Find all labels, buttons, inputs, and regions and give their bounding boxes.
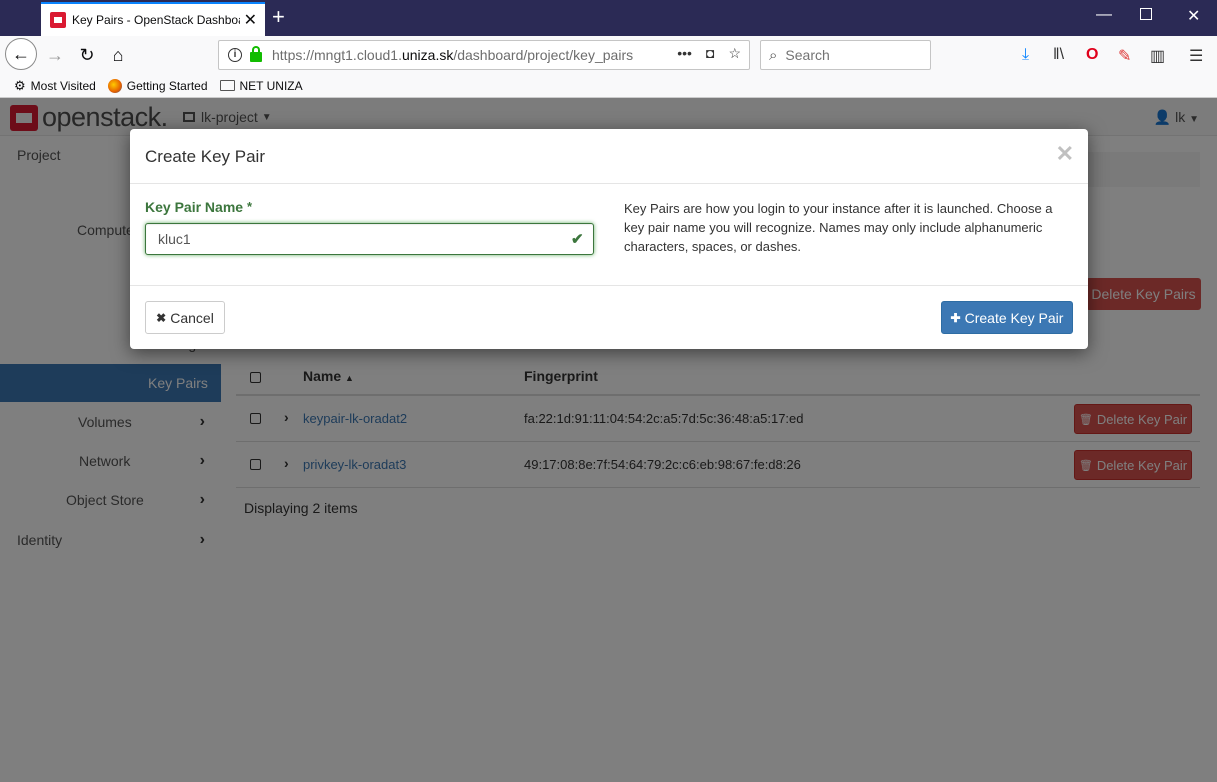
- close-icon[interactable]: ✕: [1056, 141, 1074, 167]
- create-key-pair-button[interactable]: ✚ Create Key Pair: [941, 301, 1073, 334]
- search-icon: ⌕: [769, 46, 778, 64]
- minimize-icon[interactable]: —: [1096, 6, 1112, 24]
- bookmarks-toolbar: ⚙ Most Visited Getting Started NET UNIZA: [0, 74, 1217, 98]
- firefox-icon: [107, 78, 122, 93]
- key-pair-name-label: Key Pair Name *: [145, 199, 253, 215]
- check-icon: ✔: [571, 231, 584, 248]
- help-text: Key Pairs are how you login to your inst…: [624, 201, 1053, 254]
- modal-header: Create Key Pair ✕: [130, 129, 1088, 184]
- url-bar[interactable]: i https://mngt1.cloud1.uniza.sk/dashboar…: [218, 40, 750, 70]
- close-window-icon[interactable]: ✕: [1187, 6, 1200, 26]
- browser-tab[interactable]: Key Pairs - OpenStack Dashboard ✕: [41, 2, 265, 36]
- bookmark-star-icon[interactable]: ☆: [728, 45, 741, 62]
- home-icon[interactable]: ⌂: [103, 40, 133, 70]
- library-icon[interactable]: ‖\: [1053, 46, 1064, 64]
- plus-icon: ✚: [950, 310, 961, 325]
- maximize-icon[interactable]: [1140, 8, 1152, 20]
- openstack-favicon-icon: [50, 12, 66, 28]
- search-input[interactable]: ⌕ Search: [760, 40, 931, 70]
- gear-icon: ⚙: [14, 77, 26, 93]
- download-icon[interactable]: ⤓: [1022, 46, 1029, 64]
- required-marker: *: [246, 199, 253, 214]
- bookmark-net-uniza[interactable]: NET UNIZA: [219, 79, 303, 93]
- menu-icon[interactable]: ☰: [1189, 46, 1203, 66]
- browser-navbar: ← → ↻ ⌂ i https://mngt1.cloud1.uniza.sk/…: [0, 36, 1217, 74]
- bookmark-getting-started[interactable]: Getting Started: [107, 78, 208, 93]
- sidebar-toggle-icon[interactable]: ▥: [1150, 46, 1165, 66]
- addon-icon[interactable]: ✎: [1118, 46, 1131, 66]
- create-key-pair-modal: Create Key Pair ✕ Key Pair Name * ✔ Key …: [130, 129, 1088, 349]
- opera-icon[interactable]: O: [1086, 46, 1098, 64]
- lock-icon: [250, 46, 262, 62]
- pocket-icon[interactable]: ◘: [706, 45, 714, 62]
- modal-title: Create Key Pair: [145, 147, 265, 166]
- page-actions-icon[interactable]: •••: [677, 45, 692, 62]
- reload-icon[interactable]: ↻: [72, 40, 102, 70]
- url-text[interactable]: https://mngt1.cloud1.uniza.sk/dashboard/…: [272, 47, 633, 63]
- browser-titlebar: Key Pairs - OpenStack Dashboard ✕ + — ✕: [0, 0, 1217, 36]
- close-tab-icon[interactable]: ✕: [244, 10, 257, 30]
- modal-footer: ✖ Cancel ✚ Create Key Pair: [130, 285, 1088, 349]
- key-pair-name-input[interactable]: [145, 223, 594, 255]
- tab-title: Key Pairs - OpenStack Dashboard: [72, 13, 240, 27]
- folder-icon: [219, 80, 235, 91]
- bookmark-most-visited[interactable]: ⚙ Most Visited: [14, 78, 96, 94]
- forward-icon[interactable]: →: [40, 40, 70, 70]
- info-icon[interactable]: i: [228, 48, 242, 62]
- cancel-button[interactable]: ✖ Cancel: [145, 301, 225, 334]
- back-icon[interactable]: ←: [5, 38, 37, 70]
- close-icon: ✖: [156, 310, 167, 325]
- new-tab-icon[interactable]: +: [272, 4, 285, 30]
